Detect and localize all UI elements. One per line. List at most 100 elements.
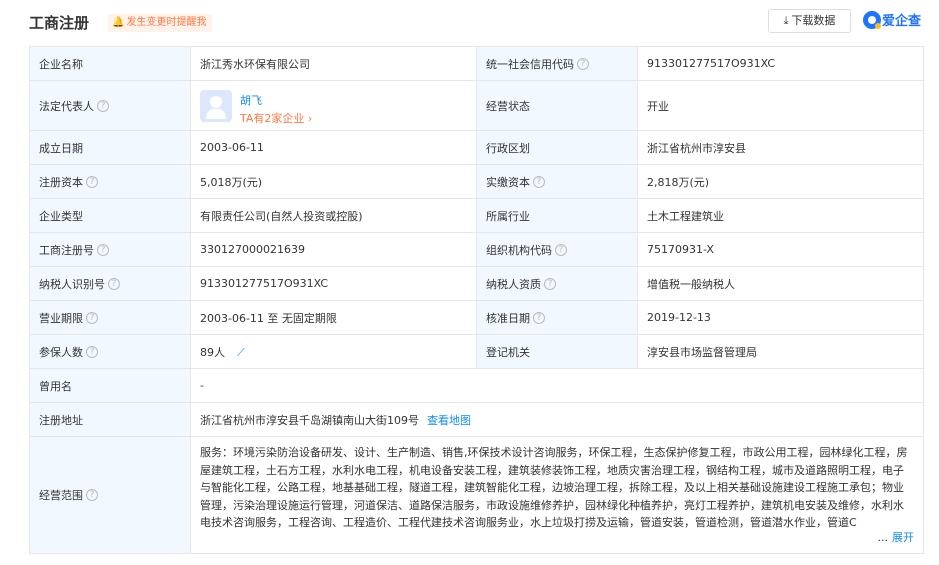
legal-rep-card: 胡飞 TA有2家企业 › (200, 82, 467, 130)
registration-info-table: 企业名称 浙江秀水环保有限公司 统一社会信用代码? 913301277517O9… (29, 46, 924, 554)
label-approval-date: 核准日期? (476, 300, 638, 335)
brand-logo[interactable]: 爱企查 (863, 10, 921, 32)
download-icon: ⤓ (783, 14, 789, 27)
value-former-name: - (190, 368, 924, 403)
ellipsis: ... (877, 530, 889, 544)
expand-link[interactable]: 展开 (892, 531, 914, 544)
change-notify-badge[interactable]: 🔔 发生变更时提醒我 (108, 14, 213, 32)
value-business-scope: 服务：环境污染防治设备研发、设计、生产制造、销售,环保技术设计咨询服务，环保工程… (190, 436, 924, 554)
download-data-button[interactable]: ⤓ 下载数据 (768, 9, 851, 33)
label-org-code: 组织机构代码? (476, 232, 638, 267)
table-row: 参保人数? 89人 ⟋ 登记机关 淳安县市场监督管理局 (29, 334, 924, 369)
table-row: 曾用名 - (29, 368, 924, 403)
value-insured-count: 89人 ⟋ (190, 334, 477, 369)
help-icon[interactable]: ? (86, 489, 98, 501)
insured-count-text: 89人 (200, 345, 225, 359)
label-paid-capital-text: 实缴资本 (486, 175, 530, 189)
change-notify-label: 发生变更时提醒我 (126, 17, 207, 28)
chevron-right-icon: › (307, 111, 313, 125)
label-insured-count-text: 参保人数 (39, 345, 83, 359)
label-legal-rep-text: 法定代表人 (39, 99, 94, 113)
value-company-name[interactable]: 浙江秀水环保有限公司 (190, 46, 477, 81)
label-reg-authority: 登记机关 (476, 334, 638, 369)
label-taxpayer-qualification: 纳税人资质? (476, 266, 638, 301)
table-row: 工商注册号? 330127000021639 组织机构代码? 75170931-… (29, 232, 924, 267)
value-registered-address: 浙江省杭州市淳安县千岛湖镇南山大街109号 查看地图 (190, 402, 924, 437)
trend-chart-icon[interactable]: ⟋ (237, 346, 245, 360)
help-icon[interactable]: ? (555, 243, 567, 256)
help-icon[interactable]: ? (533, 311, 545, 324)
label-taxpayer-qualification-text: 纳税人资质 (486, 277, 541, 291)
value-taxpayer-id: 913301277517O931XC (190, 266, 477, 301)
table-row: 经营范围? 服务：环境污染防治设备研发、设计、生产制造、销售,环保技术设计咨询服… (29, 436, 924, 554)
help-icon[interactable]: ? (577, 57, 589, 70)
value-business-status: 开业 (637, 80, 924, 131)
label-insured-count: 参保人数? (29, 334, 191, 369)
expand-control: ... 展开 (873, 528, 914, 546)
business-scope-text: 服务：环境污染防治设备研发、设计、生产制造、销售,环保技术设计咨询服务，环保工程… (200, 446, 908, 529)
avatar[interactable] (200, 89, 232, 122)
help-icon[interactable]: ? (86, 345, 98, 358)
value-legal-rep: 胡飞 TA有2家企业 › (190, 80, 477, 131)
label-business-scope: 经营范围? (29, 436, 191, 554)
label-company-name: 企业名称 (29, 46, 191, 81)
value-industry: 土木工程建筑业 (637, 198, 924, 233)
label-company-type: 企业类型 (29, 198, 191, 233)
label-approval-date-text: 核准日期 (486, 311, 530, 325)
help-icon[interactable]: ? (86, 311, 98, 324)
value-credit-code[interactable]: 913301277517O931XC (637, 46, 924, 81)
aiqicha-logo-icon (863, 10, 881, 29)
value-company-type: 有限责任公司(自然人投资或控股) (190, 198, 477, 233)
label-registered-capital: 注册资本? (29, 164, 191, 199)
table-row: 成立日期 2003-06-11 行政区划 浙江省杭州市淳安县 (29, 130, 924, 165)
bell-icon: 🔔 (112, 17, 125, 28)
legal-rep-name-link[interactable]: 胡飞 (240, 92, 262, 108)
value-paid-capital: 2,818万(元) (637, 164, 924, 199)
label-taxpayer-id-text: 纳税人识别号 (39, 277, 105, 291)
help-icon[interactable]: ? (533, 175, 545, 188)
business-scope-container: 服务：环境污染防治设备研发、设计、生产制造、销售,环保技术设计咨询服务，环保工程… (200, 444, 914, 546)
view-map-link[interactable]: 查看地图 (427, 414, 471, 427)
label-founding-date: 成立日期 (29, 130, 191, 165)
help-icon[interactable]: ? (97, 243, 109, 256)
label-registered-address: 注册地址 (29, 402, 191, 437)
table-row: 营业期限? 2003-06-11 至 无固定期限 核准日期? 2019-12-1… (29, 300, 924, 335)
table-row: 纳税人识别号? 913301277517O931XC 纳税人资质? 增值税一般纳… (29, 266, 924, 301)
label-business-term: 营业期限? (29, 300, 191, 335)
value-taxpayer-qualification: 增值税一般纳税人 (637, 266, 924, 301)
value-founding-date: 2003-06-11 (190, 130, 477, 165)
value-reg-number: 330127000021639 (190, 232, 477, 267)
legal-rep-companies-link[interactable]: TA有2家企业 › (240, 110, 312, 126)
brand-name: 爱企查 (882, 14, 922, 29)
help-icon[interactable]: ? (108, 277, 120, 290)
value-admin-region: 浙江省杭州市淳安县 (637, 130, 924, 165)
address-text: 浙江省杭州市淳安县千岛湖镇南山大街109号 (200, 413, 419, 427)
label-business-scope-text: 经营范围 (39, 489, 83, 502)
label-business-status: 经营状态 (476, 80, 638, 131)
section-header: 工商注册 ? 🔔发生变更时提醒我 ⤓下载数据 爱企查 (0, 0, 939, 46)
label-former-name: 曾用名 (29, 368, 191, 403)
label-legal-rep: 法定代表人? (29, 80, 191, 131)
value-reg-authority: 淳安县市场监督管理局 (637, 334, 924, 369)
table-row: 法定代表人? 胡飞 TA有2家企业 › 经营状态 开业 (29, 80, 924, 131)
help-icon[interactable]: ? (544, 277, 556, 290)
section-title-text: 工商注册 (29, 14, 90, 32)
download-label: 下载数据 (791, 14, 836, 27)
label-business-term-text: 营业期限 (39, 311, 83, 325)
label-paid-capital: 实缴资本? (476, 164, 638, 199)
label-credit-code-text: 统一社会信用代码 (486, 57, 574, 71)
value-org-code: 75170931-X (637, 232, 924, 267)
label-credit-code: 统一社会信用代码? (476, 46, 638, 81)
help-icon[interactable]: ? (86, 175, 98, 188)
value-registered-capital: 5,018万(元) (190, 164, 477, 199)
section-title: 工商注册 ? (29, 12, 133, 33)
legal-rep-companies-text: TA有2家企业 (240, 111, 305, 125)
value-approval-date: 2019-12-13 (637, 300, 924, 335)
label-reg-number: 工商注册号? (29, 232, 191, 267)
label-industry: 所属行业 (476, 198, 638, 233)
label-taxpayer-id: 纳税人识别号? (29, 266, 191, 301)
help-icon[interactable]: ? (97, 99, 109, 112)
label-reg-number-text: 工商注册号 (39, 243, 94, 257)
table-row: 注册资本? 5,018万(元) 实缴资本? 2,818万(元) (29, 164, 924, 199)
label-admin-region: 行政区划 (476, 130, 638, 165)
